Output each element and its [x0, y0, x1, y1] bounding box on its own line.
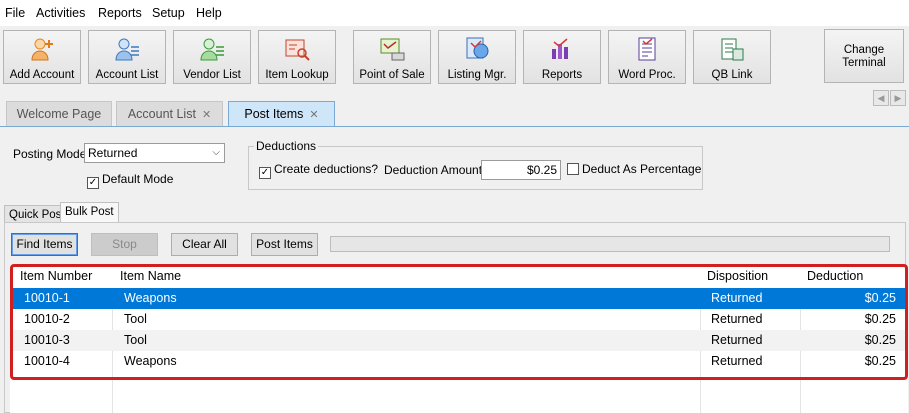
cell-item-number: 10010-3	[24, 333, 70, 347]
cell-disposition: Returned	[711, 333, 763, 347]
add-account-label: Add Account	[9, 69, 75, 81]
word-processor-icon	[638, 37, 656, 61]
tab-nav-arrows: ◀ ▶	[873, 90, 907, 106]
item-lookup-icon	[285, 39, 310, 61]
cell-item-name: Tool	[124, 312, 147, 326]
posting-mode-label: Posting Mode	[13, 147, 87, 161]
items-grid: Item Number Item Name Disposition Deduct…	[10, 266, 908, 413]
close-icon[interactable]: ✕	[202, 109, 211, 121]
qb-link-button[interactable]: QB Link	[693, 30, 771, 84]
account-list-label: Account List	[95, 69, 159, 81]
word-processor-button[interactable]: Word Proc.	[608, 30, 686, 84]
create-deductions-label: Create deductions?	[274, 162, 379, 176]
menu-file[interactable]: File	[5, 6, 25, 20]
menu-help[interactable]: Help	[196, 6, 222, 20]
column-header-item-name[interactable]: Item Name	[120, 269, 181, 283]
column-header-deduction[interactable]: Deduction	[807, 269, 863, 283]
deduct-percentage-label: Deduct As Percentage	[582, 162, 702, 176]
cell-item-number: 10010-4	[24, 354, 70, 368]
tab-strip-divider	[0, 126, 909, 127]
add-account-icon	[31, 38, 53, 61]
column-header-disposition[interactable]: Disposition	[707, 269, 768, 283]
account-list-icon	[115, 38, 139, 61]
item-lookup-button[interactable]: Item Lookup	[258, 30, 336, 84]
create-deductions-checkbox[interactable]: ✓ Create deductions?	[259, 162, 378, 179]
posting-mode-value: Returned	[88, 146, 138, 160]
change-terminal-button[interactable]: Change Terminal	[824, 29, 904, 83]
subtab-bulk-post-label: Bulk Post	[65, 206, 114, 218]
cell-deduction: $0.25	[864, 354, 896, 368]
table-row[interactable]: 10010-2 Tool Returned $0.25	[10, 309, 908, 330]
table-row[interactable]: 10010-4 Weapons Returned $0.25	[10, 351, 908, 372]
cell-deduction: $0.25	[864, 333, 896, 347]
deduct-percentage-checkbox[interactable]: Deduct As Percentage	[567, 162, 701, 176]
tab-welcome-page[interactable]: Welcome Page	[6, 101, 112, 126]
point-of-sale-label: Point of Sale	[359, 69, 425, 81]
cell-disposition: Returned	[711, 291, 763, 305]
cell-disposition: Returned	[711, 312, 763, 326]
cell-deduction: $0.25	[864, 291, 896, 305]
stop-button[interactable]: Stop	[91, 233, 158, 256]
menu-activities[interactable]: Activities	[36, 6, 85, 20]
tab-post-items-label: Post Items	[244, 107, 304, 121]
tab-account-list[interactable]: Account List ✕	[116, 101, 223, 126]
progress-bar	[330, 236, 890, 252]
chevron-left-icon[interactable]: ◀	[873, 90, 889, 106]
chevron-right-icon[interactable]: ▶	[890, 90, 906, 106]
checkbox-unchecked-icon	[567, 163, 579, 175]
checkbox-checked-icon: ✓	[87, 177, 99, 189]
cell-item-number: 10010-1	[24, 291, 70, 305]
chevron-down-icon: ⌵	[212, 147, 220, 158]
cell-disposition: Returned	[711, 354, 763, 368]
find-items-button[interactable]: Find Items	[11, 233, 78, 256]
listing-manager-icon	[466, 37, 489, 59]
change-terminal-label-line1: Change	[843, 44, 885, 56]
grid-header: Item Number Item Name Disposition Deduct…	[10, 266, 908, 288]
cell-item-name: Weapons	[124, 354, 177, 368]
add-account-button[interactable]: Add Account	[3, 30, 81, 84]
cell-item-number: 10010-2	[24, 312, 70, 326]
menu-setup[interactable]: Setup	[152, 6, 185, 20]
tab-welcome-page-label: Welcome Page	[16, 107, 102, 121]
vendor-list-button[interactable]: Vendor List	[173, 30, 251, 84]
change-terminal-label-line2: Terminal	[842, 57, 886, 69]
menu-reports[interactable]: Reports	[98, 6, 142, 20]
vendor-list-label: Vendor List	[183, 69, 241, 81]
posting-mode-select[interactable]: Returned ⌵	[84, 143, 225, 163]
qb-link-label: QB Link	[711, 69, 753, 81]
listing-manager-button[interactable]: Listing Mgr.	[438, 30, 516, 84]
point-of-sale-button[interactable]: Point of Sale	[353, 30, 431, 84]
deduction-amount-input[interactable]: $0.25	[481, 160, 561, 180]
point-of-sale-icon	[380, 38, 405, 61]
reports-label: Reports	[541, 69, 583, 81]
cell-item-name: Weapons	[124, 291, 177, 305]
cell-item-name: Tool	[124, 333, 147, 347]
deduction-amount-label: Deduction Amount	[384, 163, 483, 177]
default-mode-label: Default Mode	[102, 172, 174, 186]
qb-link-icon	[721, 38, 744, 61]
word-processor-label: Word Proc.	[618, 69, 676, 81]
vendor-list-icon	[200, 38, 224, 61]
reports-icon	[552, 38, 568, 59]
reports-button[interactable]: Reports	[523, 30, 601, 84]
tab-account-list-label: Account List	[127, 107, 196, 121]
clear-all-button[interactable]: Clear All	[171, 233, 238, 256]
menu-bar: File Activities Reports Setup Help	[0, 0, 909, 26]
column-header-item-number[interactable]: Item Number	[20, 269, 92, 283]
table-row[interactable]: 10010-3 Tool Returned $0.25	[10, 330, 908, 351]
account-list-button[interactable]: Account List	[88, 30, 166, 84]
table-row[interactable]: 10010-1 Weapons Returned $0.25	[10, 288, 908, 309]
close-icon[interactable]: ✕	[309, 109, 318, 121]
cell-deduction: $0.25	[864, 312, 896, 326]
checkbox-checked-icon: ✓	[259, 167, 271, 179]
listing-manager-label: Listing Mgr.	[447, 69, 507, 81]
default-mode-checkbox[interactable]: ✓ Default Mode	[87, 172, 173, 189]
item-lookup-label: Item Lookup	[265, 69, 329, 81]
subtab-quick-post-label: Quick Post	[9, 209, 65, 221]
tab-post-items[interactable]: Post Items ✕	[228, 101, 335, 126]
deductions-title: Deductions	[254, 139, 319, 153]
post-items-button[interactable]: Post Items	[251, 233, 318, 256]
